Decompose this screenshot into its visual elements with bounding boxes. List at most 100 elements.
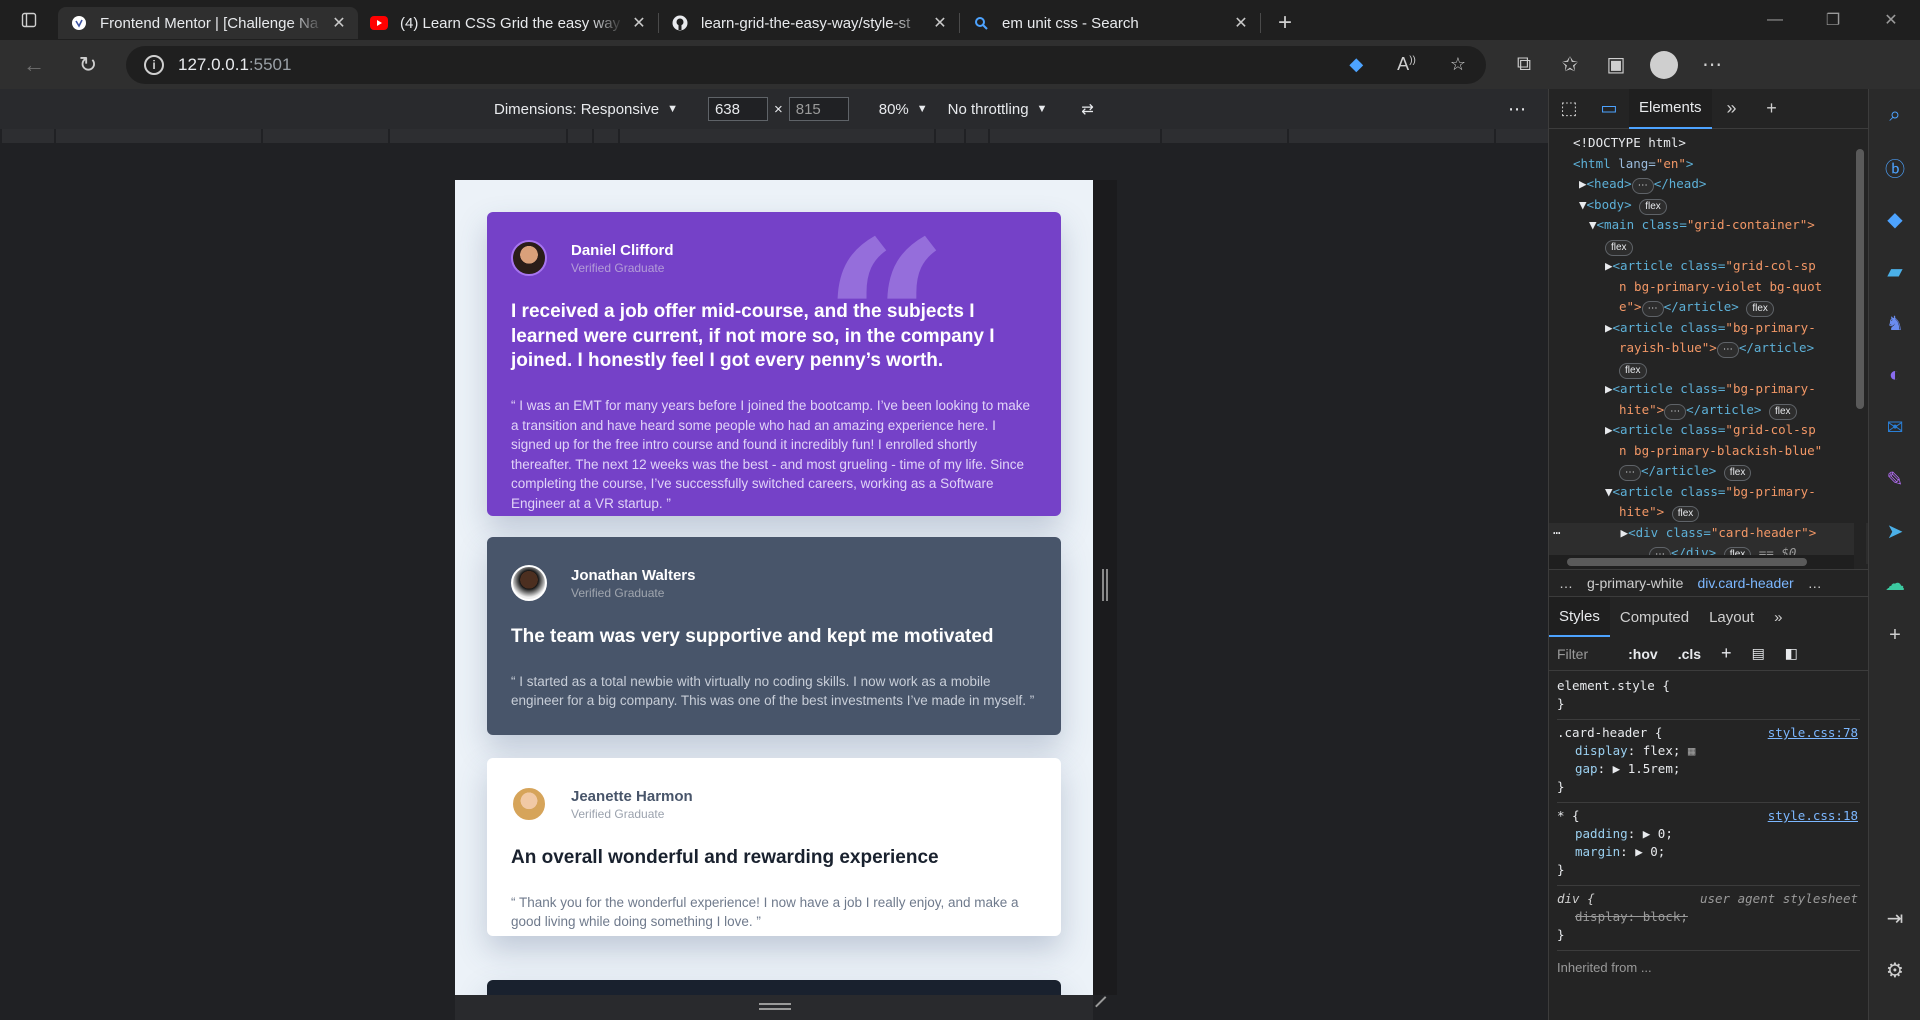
- height-input[interactable]: [788, 97, 849, 121]
- tab-layout[interactable]: Layout: [1699, 597, 1764, 637]
- dom-node[interactable]: ▼<main class="grid-container">: [1549, 215, 1868, 236]
- more-menu-icon[interactable]: ⋯: [1700, 52, 1724, 77]
- css-property: margin: ▶ 0;: [1575, 844, 1666, 859]
- browser-tab-youtube[interactable]: (4) Learn CSS Grid the easy way - ✕: [358, 7, 658, 39]
- sidebar-hide-icon[interactable]: ⇥: [1869, 892, 1920, 944]
- source-link[interactable]: style.css:78: [1768, 724, 1858, 742]
- dom-node[interactable]: hite"> ⋯ </article> flex: [1549, 400, 1868, 421]
- browser-tab-search[interactable]: em unit css - Search ✕: [960, 7, 1260, 39]
- browser-tab-frontend-mentor[interactable]: Frontend Mentor | [Challenge Na ✕: [58, 7, 358, 39]
- styles-filter-input[interactable]: Filter: [1557, 646, 1588, 662]
- tab-computed[interactable]: Computed: [1610, 597, 1699, 637]
- settings-gear-icon[interactable]: ⚙: [1869, 944, 1920, 996]
- media-query-ruler[interactable]: [0, 129, 1548, 143]
- corner-resize-handle[interactable]: [1095, 996, 1115, 1016]
- tab-actions-icon[interactable]: [0, 0, 58, 40]
- width-input[interactable]: [707, 97, 768, 121]
- dom-tree[interactable]: <!DOCTYPE html> <html lang="en"> ▶<head>…: [1549, 129, 1868, 569]
- extensions-icon[interactable]: ⧉: [1512, 53, 1536, 76]
- dom-node[interactable]: ▶<article class="grid-col-sp: [1549, 256, 1868, 277]
- window-close-icon[interactable]: ✕: [1862, 0, 1920, 40]
- close-icon[interactable]: ✕: [330, 13, 348, 33]
- css-rule-user-agent[interactable]: user agent stylesheet div { display: blo…: [1557, 890, 1860, 951]
- cloud-icon[interactable]: ☁: [1869, 557, 1920, 609]
- device-toggle-icon[interactable]: ▭: [1589, 98, 1629, 119]
- microsoft-365-icon[interactable]: ◐: [1869, 349, 1920, 401]
- address-bar[interactable]: i 127.0.0.1:5501 ◆ A)) ☆: [126, 45, 1486, 84]
- profile-avatar[interactable]: [1650, 50, 1678, 79]
- bing-chat-icon[interactable]: ⓑ: [1869, 141, 1920, 193]
- css-rule-universal[interactable]: style.css:18 * { padding: ▶ 0; margin: ▶…: [1557, 807, 1860, 886]
- throttling-select[interactable]: No throttling: [948, 101, 1029, 118]
- dom-node[interactable]: ▶<article class="bg-primary-: [1549, 318, 1868, 339]
- css-rule-card-header[interactable]: style.css:78 .card-header { display: fle…: [1557, 724, 1860, 803]
- outlook-icon[interactable]: ✉: [1869, 401, 1920, 453]
- height-resize-bar[interactable]: [455, 995, 1093, 1020]
- hov-toggle[interactable]: :hov: [1628, 646, 1658, 662]
- source-link[interactable]: style.css:18: [1768, 807, 1858, 825]
- new-rule-icon[interactable]: +: [1721, 643, 1732, 664]
- breadcrumb-more[interactable]: …: [1559, 575, 1573, 591]
- dom-node[interactable]: <!DOCTYPE html>: [1549, 133, 1868, 154]
- add-app-icon[interactable]: +: [1869, 609, 1920, 661]
- search-icon[interactable]: ⌕: [1869, 89, 1920, 141]
- designer-icon[interactable]: ✎: [1869, 453, 1920, 505]
- close-icon[interactable]: ✕: [630, 13, 648, 33]
- dom-node[interactable]: ▶<head> ⋯ </head>: [1549, 174, 1868, 195]
- close-icon[interactable]: ✕: [1232, 13, 1250, 33]
- inspect-element-icon[interactable]: ⬚: [1549, 98, 1589, 119]
- dom-node[interactable]: e"> ⋯ </article> flex: [1549, 297, 1868, 318]
- dom-node[interactable]: <html lang="en">: [1549, 154, 1868, 175]
- dom-node[interactable]: ▶<article class="grid-col-sp: [1549, 420, 1868, 441]
- minimize-icon[interactable]: —: [1746, 0, 1804, 40]
- card-headline: I received a job offer mid-course, and t…: [511, 301, 995, 372]
- dom-node[interactable]: ▶<article class="bg-primary-: [1549, 379, 1868, 400]
- dom-node[interactable]: ▼<article class="bg-primary-: [1549, 482, 1868, 503]
- read-aloud-icon[interactable]: A)): [1397, 54, 1416, 75]
- restore-icon[interactable]: ❐: [1804, 0, 1862, 40]
- width-resize-handle[interactable]: [1102, 569, 1108, 601]
- tab-styles[interactable]: Styles: [1549, 597, 1610, 637]
- dom-horizontal-scrollbar[interactable]: [1549, 555, 1854, 569]
- dom-node[interactable]: n bg-primary-blackish-blue": [1549, 441, 1868, 462]
- new-tab-icon[interactable]: +: [1269, 7, 1301, 39]
- tab-elements[interactable]: Elements: [1629, 88, 1712, 129]
- css-rule-element-style[interactable]: element.style { }: [1557, 677, 1860, 720]
- css-property: padding: ▶ 0;: [1575, 826, 1673, 841]
- device-more-icon[interactable]: ⋯: [1508, 99, 1526, 120]
- breadcrumb-more[interactable]: …: [1808, 575, 1822, 591]
- back-arrow-icon[interactable]: ←: [14, 45, 54, 85]
- games-icon[interactable]: ♞: [1869, 297, 1920, 349]
- url-port: :5501: [248, 54, 292, 74]
- collections-icon[interactable]: ▣: [1604, 52, 1628, 77]
- close-icon[interactable]: ✕: [931, 13, 949, 33]
- dom-node[interactable]: n bg-primary-violet bg-quot: [1549, 277, 1868, 298]
- dom-node[interactable]: ▼<body> flex: [1549, 195, 1868, 216]
- breadcrumb-item[interactable]: g-primary-white: [1587, 575, 1683, 591]
- breadcrumb-item-current[interactable]: div.card-header: [1697, 575, 1793, 591]
- dom-node[interactable]: ⋯ </article> flex: [1549, 461, 1868, 482]
- paint-icon[interactable]: ▤: [1752, 645, 1765, 662]
- zoom-select[interactable]: 80%: [879, 101, 909, 118]
- dimensions-select[interactable]: Dimensions: Responsive: [494, 101, 659, 118]
- shopping-tag-icon[interactable]: ◆: [1869, 193, 1920, 245]
- dom-node[interactable]: rayish-blue"> ⋯ </article>: [1549, 338, 1868, 359]
- add-favorite-icon[interactable]: ☆: [1450, 54, 1466, 75]
- browser-tab-github[interactable]: learn-grid-the-easy-way/style-st ✕: [659, 7, 959, 39]
- sidebar-toggle-icon[interactable]: ◧: [1785, 645, 1798, 662]
- reload-icon[interactable]: ↻: [68, 45, 108, 85]
- tools-icon[interactable]: ▰: [1869, 245, 1920, 297]
- dom-node[interactable]: hite"> flex: [1549, 502, 1868, 523]
- favorites-icon[interactable]: ✩: [1558, 52, 1582, 77]
- css-property: display: flex; ▦: [1575, 743, 1696, 758]
- send-icon[interactable]: ➤: [1869, 505, 1920, 557]
- dom-vertical-scrollbar[interactable]: [1854, 129, 1866, 569]
- more-tabs-icon[interactable]: »: [1764, 597, 1792, 637]
- site-info-icon[interactable]: i: [144, 54, 164, 75]
- more-tabs-icon[interactable]: »: [1712, 98, 1752, 119]
- cls-toggle[interactable]: .cls: [1678, 646, 1701, 662]
- add-tab-icon[interactable]: +: [1752, 98, 1792, 119]
- dom-node-selected[interactable]: ⋯ ▶<div class="card-header">: [1549, 522, 1868, 543]
- rotate-icon[interactable]: ⇄: [1081, 100, 1094, 118]
- price-tag-icon[interactable]: ◆: [1349, 54, 1363, 75]
